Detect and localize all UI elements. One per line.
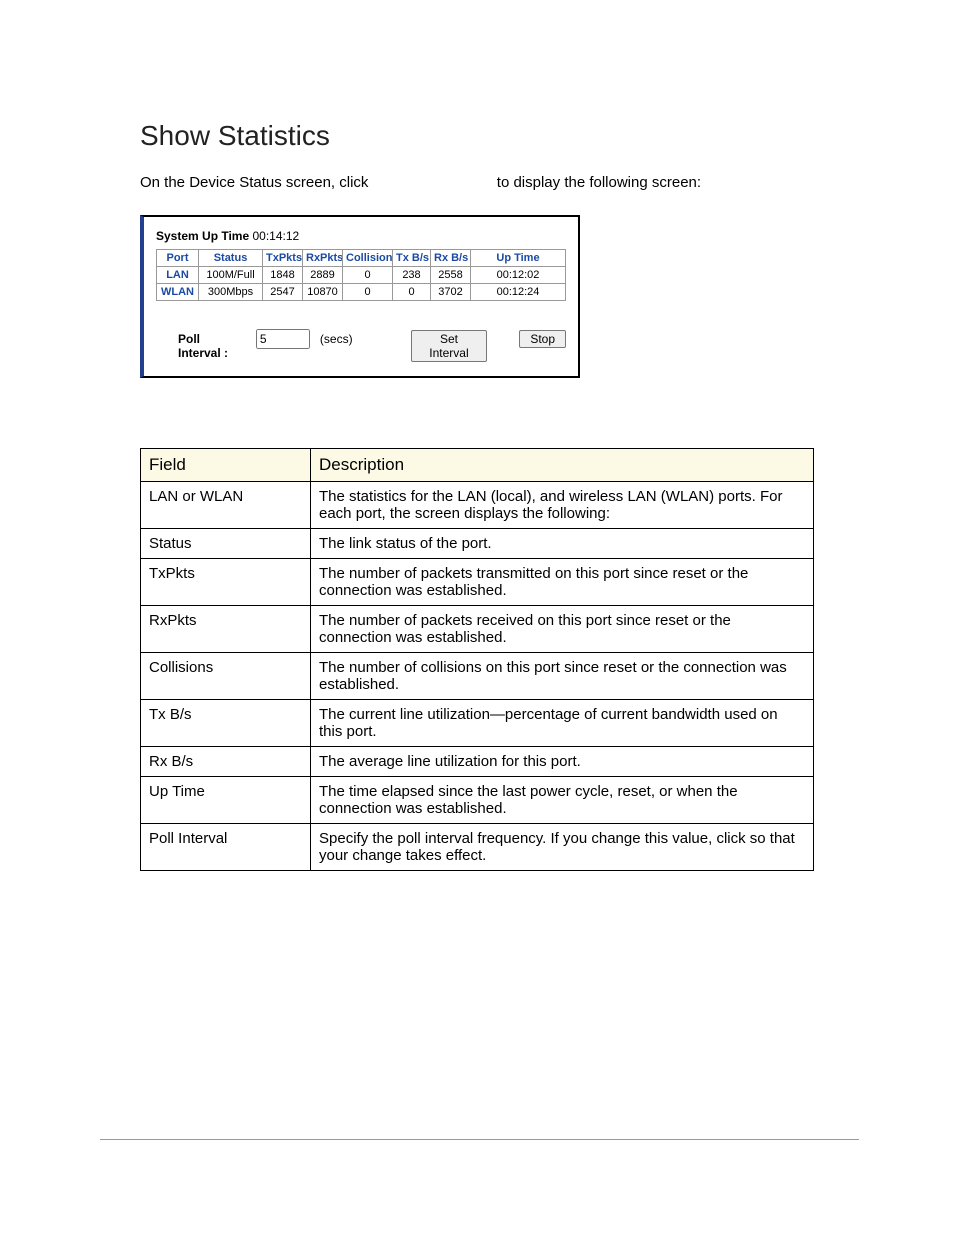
desc-field: LAN or WLAN (141, 481, 311, 528)
desc-field: RxPkts (141, 605, 311, 652)
poll-interval-input[interactable] (256, 329, 310, 349)
cell-rx: 10870 (303, 283, 343, 300)
col-port: Port (157, 249, 199, 266)
desc-field: Collisions (141, 652, 311, 699)
table-row: WLAN 300Mbps 2547 10870 0 0 3702 00:12:2… (157, 283, 566, 300)
cell-txbs: 0 (393, 283, 431, 300)
uptime-value: 00:14:12 (253, 229, 300, 243)
col-txpkts: TxPkts (263, 249, 303, 266)
statistics-screenshot: System Up Time 00:14:12 Port Status TxPk… (140, 215, 580, 378)
desc-field: Rx B/s (141, 746, 311, 776)
desc-row: Up TimeThe time elapsed since the last p… (141, 776, 814, 823)
desc-row: Poll IntervalSpecify the poll interval f… (141, 823, 814, 870)
cell-port: WLAN (157, 283, 199, 300)
col-rxpkts: RxPkts (303, 249, 343, 266)
system-uptime: System Up Time 00:14:12 (156, 229, 566, 243)
desc-text: The current line utilization—percentage … (311, 699, 814, 746)
col-uptime: Up Time (471, 249, 566, 266)
desc-row: TxPktsThe number of packets transmitted … (141, 558, 814, 605)
desc-text: The number of collisions on this port si… (311, 652, 814, 699)
col-txbs: Tx B/s (393, 249, 431, 266)
col-status: Status (199, 249, 263, 266)
footer-divider (100, 1139, 859, 1140)
stop-button[interactable]: Stop (519, 330, 566, 348)
desc-field: Up Time (141, 776, 311, 823)
cell-col: 0 (343, 283, 393, 300)
intro-after: to display the following screen: (497, 174, 701, 191)
poll-interval-label: Poll Interval : (178, 332, 246, 360)
poll-controls: Poll Interval : (secs) Set Interval Stop (156, 329, 566, 362)
desc-row: Rx B/sThe average line utilization for t… (141, 746, 814, 776)
cell-tx: 2547 (263, 283, 303, 300)
field-description-table: Field Description LAN or WLANThe statist… (140, 448, 814, 871)
desc-text: Specify the poll interval frequency. If … (311, 823, 814, 870)
desc-head-desc: Description (311, 448, 814, 481)
desc-head-field: Field (141, 448, 311, 481)
desc-text: The number of packets transmitted on thi… (311, 558, 814, 605)
desc-row: StatusThe link status of the port. (141, 528, 814, 558)
desc-row: Tx B/sThe current line utilization—perce… (141, 699, 814, 746)
cell-status: 300Mbps (199, 283, 263, 300)
cell-txbs: 238 (393, 266, 431, 283)
page-title: Show Statistics (140, 120, 814, 152)
stats-header-row: Port Status TxPkts RxPkts Collisions Tx … (157, 249, 566, 266)
set-interval-button[interactable]: Set Interval (411, 330, 488, 362)
col-rxbs: Rx B/s (431, 249, 471, 266)
desc-row: RxPktsThe number of packets received on … (141, 605, 814, 652)
desc-row: CollisionsThe number of collisions on th… (141, 652, 814, 699)
col-collisions: Collisions (343, 249, 393, 266)
table-row: LAN 100M/Full 1848 2889 0 238 2558 00:12… (157, 266, 566, 283)
desc-field: TxPkts (141, 558, 311, 605)
cell-up: 00:12:24 (471, 283, 566, 300)
cell-rxbs: 3702 (431, 283, 471, 300)
cell-col: 0 (343, 266, 393, 283)
cell-tx: 1848 (263, 266, 303, 283)
desc-field: Poll Interval (141, 823, 311, 870)
desc-text: The number of packets received on this p… (311, 605, 814, 652)
statistics-table: Port Status TxPkts RxPkts Collisions Tx … (156, 249, 566, 301)
cell-port: LAN (157, 266, 199, 283)
desc-field: Status (141, 528, 311, 558)
desc-text: The statistics for the LAN (local), and … (311, 481, 814, 528)
desc-text: The link status of the port. (311, 528, 814, 558)
intro-text: On the Device Status screen, click to di… (140, 172, 814, 195)
desc-field: Tx B/s (141, 699, 311, 746)
desc-row: LAN or WLANThe statistics for the LAN (l… (141, 481, 814, 528)
desc-text: The average line utilization for this po… (311, 746, 814, 776)
cell-status: 100M/Full (199, 266, 263, 283)
intro-before: On the Device Status screen, click (140, 174, 373, 191)
cell-up: 00:12:02 (471, 266, 566, 283)
cell-rx: 2889 (303, 266, 343, 283)
cell-rxbs: 2558 (431, 266, 471, 283)
desc-text: The time elapsed since the last power cy… (311, 776, 814, 823)
poll-unit: (secs) (320, 332, 353, 346)
uptime-label: System Up Time (156, 229, 249, 243)
